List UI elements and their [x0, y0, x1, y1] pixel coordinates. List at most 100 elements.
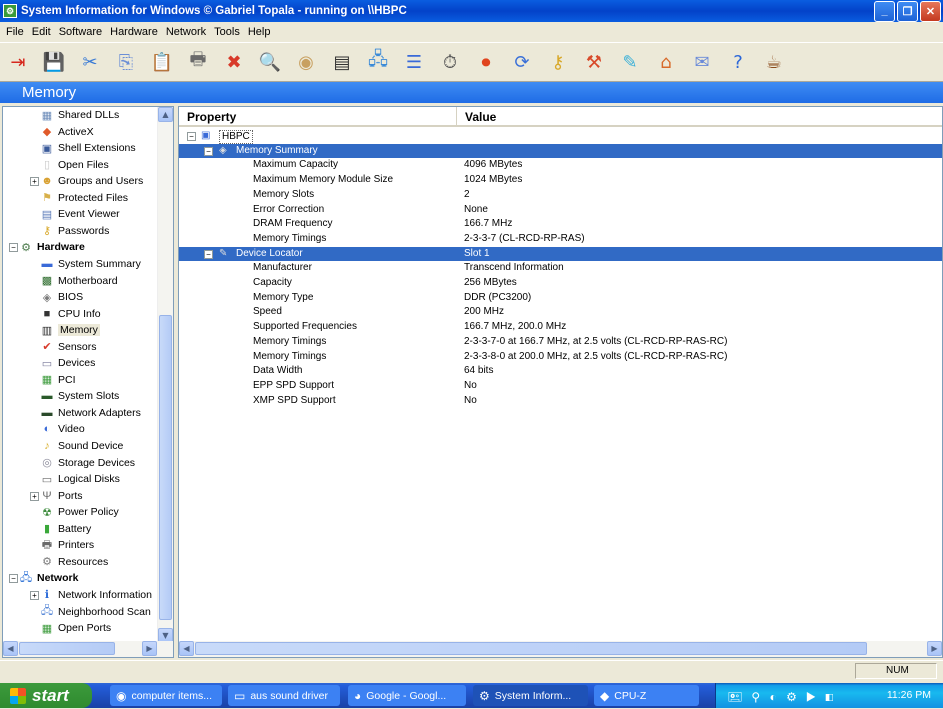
taskbar-button-computer-items[interactable]: ◉ computer items... — [110, 685, 222, 706]
details-horizontal-scrollbar[interactable]: ◀ ▶ — [179, 641, 942, 657]
refresh-icon[interactable]: ⟳ — [508, 48, 536, 76]
details-scroll-right-icon[interactable]: ▶ — [927, 641, 942, 656]
tree-item-ports[interactable]: Ψ Ports — [40, 488, 82, 504]
help-icon[interactable]: ? — [724, 48, 752, 76]
table-row[interactable]: Memory Timings 2-3-3-7-0 at 166.7 MHz, at… — [179, 335, 942, 350]
menu-hardware[interactable]: Hardware — [106, 26, 162, 38]
tree-hscroll-thumb[interactable] — [19, 642, 115, 655]
tree-item-neighborhood-scan[interactable]: 🖧 Neighborhood Scan — [40, 604, 151, 620]
tree-item-system-summary[interactable]: ▬ System Summary — [40, 256, 141, 272]
tree-item-open-ports[interactable]: ▦ Open Ports — [40, 620, 111, 636]
tray-icons[interactable]: 🖭 ⚲ ◐ ⚙ ▶ ◧ — [728, 688, 837, 709]
menu-software[interactable]: Software — [55, 26, 106, 38]
tree-item-memory[interactable]: ▥ Memory — [40, 322, 100, 338]
menu-network[interactable]: Network — [162, 26, 210, 38]
tree-item-battery[interactable]: ▮ Battery — [40, 521, 91, 537]
network-icon[interactable]: 🖧 — [364, 48, 392, 76]
table-row[interactable]: Maximum Capacity 4096 MBytes — [179, 158, 942, 173]
table-row[interactable]: Data Width 64 bits — [179, 364, 942, 379]
taskbar-button-system-inform[interactable]: ⚙ System Inform... — [473, 685, 588, 706]
close-button[interactable]: ✕ — [920, 0, 941, 22]
browser-icon[interactable]: ◉ — [292, 48, 320, 76]
mail-icon[interactable]: ✉ — [688, 48, 716, 76]
tree-item-system-slots[interactable]: ▬ System Slots — [40, 388, 120, 404]
root-collapse-icon[interactable]: − — [187, 132, 196, 141]
table-row[interactable]: EPP SPD Support No — [179, 379, 942, 394]
tree-item-hardware[interactable]: ⚙ Hardware — [19, 239, 85, 255]
key-icon[interactable]: ⚷ — [544, 48, 572, 76]
menu-file[interactable]: File — [2, 26, 28, 38]
table-row[interactable]: Capacity 256 MBytes — [179, 276, 942, 291]
tree-item-pci[interactable]: ▦ PCI — [40, 372, 76, 388]
table-row[interactable]: Memory Timings 2-3-3-8-0 at 200.0 MHz, at… — [179, 350, 942, 365]
table-row[interactable]: Memory Timings 2-3-3-7 (CL-RCD-RP-RAS) — [179, 232, 942, 247]
stop-icon[interactable]: ✖ — [220, 48, 248, 76]
home-icon[interactable]: ⌂ — [652, 48, 680, 76]
column-header-property[interactable]: Property — [179, 107, 457, 127]
menu-tools[interactable]: Tools — [210, 26, 244, 38]
tools-icon[interactable]: ⚒ — [580, 48, 608, 76]
taskbar-button-google-googl[interactable]: ◕ Google - Googl... — [348, 685, 466, 706]
tree-item-sensors[interactable]: ✔ Sensors — [40, 339, 96, 355]
section-collapse-icon[interactable]: − — [204, 146, 213, 156]
section-collapse-icon[interactable]: − — [204, 249, 213, 259]
taskbar-button-aus-sound-driver[interactable]: ▭ aus sound driver — [228, 685, 340, 706]
find-icon[interactable]: 🔍 — [256, 48, 284, 76]
tree-expander-icon[interactable]: + — [30, 177, 39, 187]
tree-scroll-thumb[interactable] — [159, 315, 172, 620]
tree-item-open-files[interactable]: ▯ Open Files — [40, 157, 109, 173]
copy-icon[interactable]: ⎘ — [112, 48, 140, 76]
menu-edit[interactable]: Edit — [28, 26, 55, 38]
section-row[interactable]: − ✎ Device Locator Slot 1 — [179, 246, 942, 262]
table-row[interactable]: Memory Type DDR (PC3200) — [179, 291, 942, 306]
monitor-icon[interactable]: ▤ — [328, 48, 356, 76]
scroll-right-icon[interactable]: ▶ — [142, 641, 157, 656]
title-bar[interactable]: ⚙ System Information for Windows © Gabri… — [0, 0, 943, 22]
tree-item-resources[interactable]: ⚙ Resources — [40, 554, 108, 570]
tree-expander-icon[interactable]: − — [9, 574, 18, 584]
table-row[interactable]: Manufacturer Transcend Information — [179, 261, 942, 276]
tree-expander-icon[interactable]: − — [9, 243, 18, 253]
tree-item-video[interactable]: ◐ Video — [40, 421, 85, 437]
details-hscroll-thumb[interactable] — [195, 642, 867, 655]
coffee-icon[interactable]: ☕ — [760, 48, 788, 76]
maximize-button[interactable]: ❐ — [897, 0, 918, 22]
details-scroll-left-icon[interactable]: ◀ — [179, 641, 194, 656]
tree-item-power-policy[interactable]: ☢ Power Policy — [40, 504, 119, 520]
table-row[interactable]: Supported Frequencies 166.7 MHz, 200.0 MH… — [179, 320, 942, 335]
column-header-value[interactable]: Value — [457, 107, 942, 127]
tree-expander-icon[interactable]: + — [30, 491, 39, 501]
record-icon[interactable]: ⏺ — [472, 48, 500, 76]
tree-item-event-viewer[interactable]: ▤ Event Viewer — [40, 206, 120, 222]
timer-icon[interactable]: ⏱ — [436, 48, 464, 76]
scroll-up-icon[interactable]: ▲ — [158, 107, 173, 122]
tree-item-groups-and-users[interactable]: ☻ Groups and Users — [40, 173, 143, 189]
cut-icon[interactable]: ✂ — [76, 48, 104, 76]
tree-item-shared-dlls[interactable]: ▦ Shared DLLs — [40, 107, 120, 123]
menu-help[interactable]: Help — [244, 26, 275, 38]
table-row[interactable]: Speed 200 MHz — [179, 305, 942, 320]
tree-item-printers[interactable]: 🖶 Printers — [40, 537, 94, 553]
print-icon[interactable]: 🖶 — [184, 48, 212, 76]
tree-horizontal-scrollbar[interactable]: ◀ ▶ — [3, 641, 173, 657]
tree-item-logical-disks[interactable]: ▭ Logical Disks — [40, 471, 120, 487]
table-row[interactable]: Maximum Memory Module Size 1024 MBytes — [179, 173, 942, 188]
wizard-icon[interactable]: ✎ — [616, 48, 644, 76]
tree-item-devices[interactable]: ▭ Devices — [40, 355, 96, 371]
tree-item-protected-files[interactable]: ⚑ Protected Files — [40, 190, 128, 206]
tree-item-activex[interactable]: ◆ ActiveX — [40, 124, 94, 140]
tree-item-sound-device[interactable]: ♪ Sound Device — [40, 438, 123, 454]
tree-expander-icon[interactable]: + — [30, 590, 39, 600]
tree-item-network[interactable]: 🖧 Network — [19, 570, 79, 586]
section-row[interactable]: − ◈ Memory Summary — [179, 143, 942, 159]
start-button[interactable]: start — [0, 683, 92, 708]
tree-item-shell-extensions[interactable]: ▣ Shell Extensions — [40, 140, 136, 156]
table-row[interactable]: DRAM Frequency 166.7 MHz — [179, 217, 942, 232]
table-row[interactable]: Error Correction None — [179, 203, 942, 218]
minimize-button[interactable]: _ — [874, 0, 895, 22]
tree-item-network-information[interactable]: ℹ Network Information — [40, 587, 152, 603]
tree-root-row[interactable]: − ▣ HBPC — [179, 129, 942, 144]
tree-item-cpu-info[interactable]: ■ CPU Info — [40, 306, 101, 322]
tree-item-motherboard[interactable]: ▩ Motherboard — [40, 273, 118, 289]
paste-icon[interactable]: 📋 — [148, 48, 176, 76]
